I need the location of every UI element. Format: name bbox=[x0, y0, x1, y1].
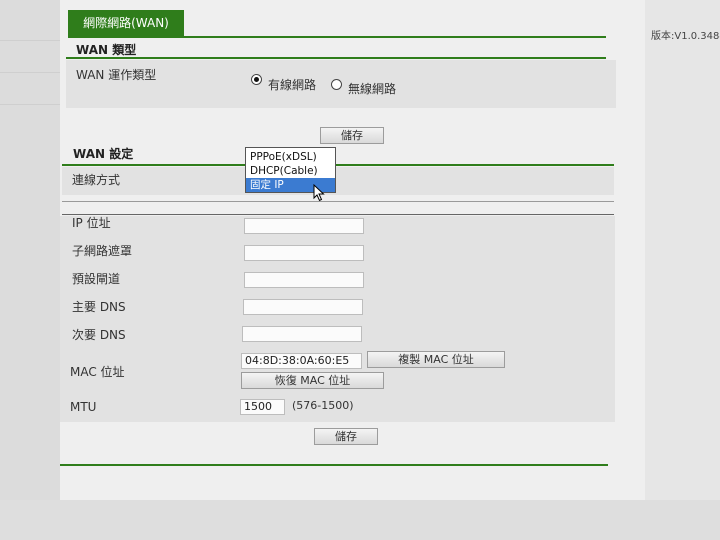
primary-dns-input[interactable] bbox=[243, 299, 363, 315]
radio-wireless[interactable] bbox=[331, 79, 342, 90]
mtu-range-hint: (576-1500) bbox=[292, 399, 354, 412]
section-title-wan-settings: WAN 設定 bbox=[73, 147, 134, 161]
sidebar-divider bbox=[0, 72, 60, 73]
ip-address-label: IP 位址 bbox=[72, 216, 111, 230]
connection-row bbox=[62, 167, 614, 195]
save-button-wan-type[interactable]: 儲存 bbox=[320, 127, 384, 144]
section-rule bbox=[62, 164, 614, 166]
gateway-input[interactable] bbox=[244, 272, 364, 288]
radio-wired[interactable] bbox=[251, 74, 262, 85]
firmware-version: 版本:V1.0.3484 bbox=[651, 31, 720, 42]
tab-wan[interactable]: 網際網路(WAN) bbox=[68, 10, 184, 36]
section-rule bbox=[66, 57, 606, 59]
dropdown-option-dhcp[interactable]: DHCP(Cable) bbox=[246, 164, 335, 178]
secondary-dns-input[interactable] bbox=[242, 326, 362, 342]
subnet-mask-input[interactable] bbox=[244, 245, 364, 261]
ip-address-input[interactable] bbox=[244, 218, 364, 234]
sidebar-divider bbox=[0, 104, 60, 105]
radio-wireless-label: 無線網路 bbox=[348, 82, 397, 96]
wan-mode-label: WAN 運作類型 bbox=[76, 68, 157, 82]
connection-type-label: 連線方式 bbox=[72, 173, 121, 187]
bottom-area bbox=[0, 500, 720, 540]
gateway-label: 預設閘道 bbox=[72, 272, 121, 286]
divider bbox=[62, 214, 614, 215]
mac-address-input[interactable]: 04:8D:38:0A:60:E5 bbox=[241, 353, 362, 369]
footer-rule bbox=[60, 464, 608, 466]
radio-wired-label: 有線網路 bbox=[268, 78, 317, 92]
save-button-wan-settings[interactable]: 儲存 bbox=[314, 428, 378, 445]
secondary-dns-label: 次要 DNS bbox=[72, 328, 126, 342]
subnet-mask-label: 子網路遮罩 bbox=[72, 244, 133, 258]
mouse-cursor-icon bbox=[313, 184, 325, 202]
divider bbox=[62, 201, 614, 202]
sidebar-menu bbox=[0, 0, 60, 540]
header-rule bbox=[68, 36, 606, 38]
primary-dns-label: 主要 DNS bbox=[72, 300, 126, 314]
sidebar-divider bbox=[0, 40, 60, 41]
mtu-input[interactable]: 1500 bbox=[240, 399, 285, 415]
mac-address-label: MAC 位址 bbox=[70, 365, 125, 379]
section-title-wan-type: WAN 類型 bbox=[76, 43, 137, 57]
restore-mac-button[interactable]: 恢復 MAC 位址 bbox=[241, 372, 384, 389]
dropdown-option-pppoe[interactable]: PPPoE(xDSL) bbox=[246, 150, 335, 164]
mtu-label: MTU bbox=[70, 400, 97, 414]
clone-mac-button[interactable]: 複製 MAC 位址 bbox=[367, 351, 505, 368]
